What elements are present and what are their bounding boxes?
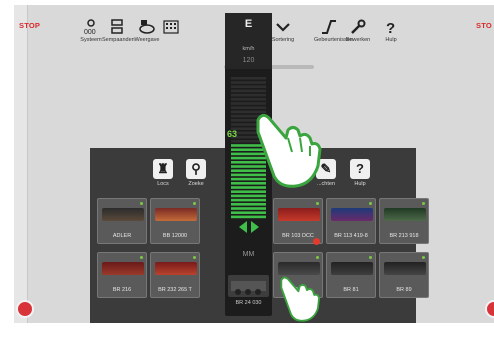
speed-step xyxy=(231,190,266,193)
status-dot xyxy=(140,256,143,259)
toolbar-label: Gebeurtenissen xyxy=(314,37,353,43)
layouts-icon xyxy=(111,19,123,34)
keyboard-icon xyxy=(163,20,179,34)
toolbar-label: Bewerken xyxy=(345,37,371,43)
red-locomotive-button[interactable] xyxy=(485,300,494,318)
loco-tile[interactable]: BR 216 xyxy=(97,252,147,298)
speed-step xyxy=(231,102,266,105)
loco-tile[interactable]: BR 213 918 xyxy=(379,198,429,244)
toolbar-help[interactable]: ? Hulp xyxy=(376,18,406,43)
speed-step xyxy=(231,89,266,93)
loco-name: BR 213 918 xyxy=(389,233,419,239)
toolbar-edit[interactable]: Bewerken xyxy=(343,18,373,43)
panel-label: Hulp xyxy=(354,181,366,187)
speed-header-letter: E xyxy=(244,18,253,30)
speed-step xyxy=(231,198,266,202)
loco-name: BB 12000 xyxy=(162,233,188,239)
stop-button-right[interactable]: STO xyxy=(476,21,492,30)
panel-label: Zoeke xyxy=(188,181,204,187)
loco-tile[interactable]: BR 113 419-8 xyxy=(326,198,376,244)
toolbar-label: Hulp xyxy=(385,37,397,43)
status-dot xyxy=(140,202,143,205)
screen: STOP STO 000 Systeem Sempaanden Weergave… xyxy=(14,5,494,323)
status-dot xyxy=(369,256,372,259)
stop-button-left[interactable]: STOP xyxy=(19,21,40,30)
loco-name: ADLER xyxy=(112,233,132,239)
status-dot xyxy=(193,256,196,259)
loco-name: BR 113 419-8 xyxy=(334,233,368,239)
view-icon xyxy=(139,20,155,34)
status-dot xyxy=(316,202,319,205)
speed-unit: km/h xyxy=(242,46,255,52)
speed-step xyxy=(231,98,266,101)
status-dot xyxy=(316,256,319,259)
loco-name: BR 81 xyxy=(343,287,359,293)
speed-step xyxy=(231,93,266,97)
speed-step xyxy=(231,85,266,88)
help-icon: ? xyxy=(350,159,370,179)
loco-add-icon: ♜ xyxy=(153,159,173,179)
speed-step xyxy=(231,203,266,206)
sort-chevron-icon xyxy=(276,23,290,32)
status-dot xyxy=(422,202,425,205)
status-dot xyxy=(193,202,196,205)
toolbar-label: Sempaanden xyxy=(102,37,135,43)
panel-locs[interactable]: ♜ Locs xyxy=(147,159,179,187)
toolbar-label: Weergave xyxy=(134,37,160,43)
alert-dot xyxy=(313,238,320,245)
loco-name: BR 89 xyxy=(396,287,412,293)
toolbar-sort[interactable]: Sortering xyxy=(268,18,298,43)
events-icon xyxy=(322,20,336,34)
toolbar-events[interactable]: Gebeurtenissen xyxy=(314,18,353,43)
speed-max: 120 xyxy=(242,57,255,64)
loco-image xyxy=(384,262,426,275)
loco-image xyxy=(384,208,426,221)
wrench-icon xyxy=(351,19,366,34)
loco-tile[interactable]: BR 103 DCC xyxy=(273,198,323,245)
toolbar-label: Sortering xyxy=(271,37,295,43)
speed-step xyxy=(231,77,266,80)
left-edge xyxy=(14,5,28,323)
loco-image xyxy=(102,208,144,221)
loco-tile[interactable]: BR 232 265 T xyxy=(150,252,200,298)
hand-pointer-icon xyxy=(256,113,322,188)
direction-arrows-icon[interactable] xyxy=(237,219,261,235)
status-dot xyxy=(369,202,372,205)
protocol-label: MM xyxy=(242,251,255,258)
loco-tile[interactable]: BR 89 xyxy=(379,252,429,298)
search-icon: ⚲ xyxy=(186,159,206,179)
status-dot xyxy=(422,256,425,259)
loco-image xyxy=(102,262,144,275)
hand-pointer-icon xyxy=(280,276,321,322)
loco-image xyxy=(331,262,373,275)
svg-text:?: ? xyxy=(386,20,395,36)
loco-tile[interactable]: BB 12000 xyxy=(150,198,200,244)
panel-help[interactable]: ? Hulp xyxy=(344,159,376,187)
toolbar-layouts[interactable]: Sempaanden xyxy=(102,18,135,43)
speed-step xyxy=(231,211,266,214)
loco-tile[interactable]: ADLER xyxy=(97,198,147,244)
loco-image xyxy=(331,208,373,221)
loco-thumbnail xyxy=(228,275,269,297)
loco-image xyxy=(155,262,197,275)
loco-name: BR 232 265 T xyxy=(158,287,192,293)
panel-label: Locs xyxy=(157,181,169,187)
speed-step xyxy=(231,207,266,210)
red-locomotive-button[interactable] xyxy=(16,300,34,318)
loco-image xyxy=(231,281,266,295)
panel-search[interactable]: ⚲ Zoeke xyxy=(180,159,212,187)
loco-name: BR 216 xyxy=(112,287,132,293)
help-icon: ? xyxy=(386,20,395,36)
speed-step xyxy=(231,81,266,84)
toolbar-keyboard[interactable] xyxy=(156,18,186,36)
loco-image xyxy=(278,208,320,221)
loco-image xyxy=(155,208,197,221)
speed-value: 63 xyxy=(227,129,238,139)
speed-step xyxy=(231,215,266,219)
svg-text:000: 000 xyxy=(84,29,96,36)
speed-step xyxy=(231,194,266,198)
system-icon: 000 xyxy=(84,19,96,36)
